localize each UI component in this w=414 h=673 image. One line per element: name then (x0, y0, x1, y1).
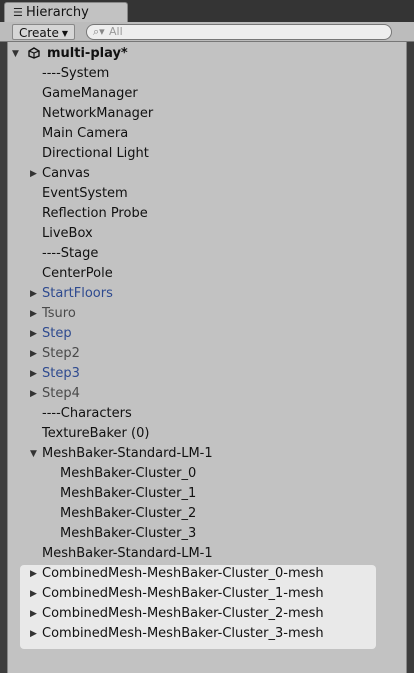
tab-bar: ☰ Hierarchy (0, 0, 414, 22)
collapse-arrow-icon[interactable]: ▶ (30, 604, 37, 624)
hierarchy-item[interactable]: Canvas (42, 164, 90, 184)
hierarchy-item[interactable]: LiveBox (42, 224, 93, 244)
hierarchy-item[interactable]: MeshBaker-Cluster_3 (60, 524, 196, 544)
hierarchy-item[interactable]: MeshBaker-Standard-LM-1 (42, 444, 213, 464)
hierarchy-item[interactable]: StartFloors (42, 284, 113, 304)
search-input[interactable]: ⌕▾ All (86, 24, 392, 40)
collapse-arrow-icon[interactable]: ▶ (30, 364, 37, 384)
hierarchy-item[interactable]: TextureBaker (0) (42, 424, 149, 444)
collapse-arrow-icon[interactable]: ▶ (30, 344, 37, 364)
hierarchy-item[interactable]: MeshBaker-Standard-LM-1 (42, 544, 213, 564)
collapse-arrow-icon[interactable]: ▶ (30, 324, 37, 344)
hierarchy-item[interactable]: Reflection Probe (42, 204, 148, 224)
hierarchy-item[interactable]: Step3 (42, 364, 80, 384)
collapse-arrow-icon[interactable]: ▶ (30, 564, 37, 584)
hierarchy-item[interactable]: Tsuro (42, 304, 76, 324)
hierarchy-item[interactable]: Step2 (42, 344, 80, 364)
collapse-arrow-icon[interactable]: ▶ (30, 624, 37, 644)
hierarchy-item[interactable]: MeshBaker-Cluster_2 (60, 504, 196, 524)
collapse-arrow-icon[interactable]: ▶ (30, 304, 37, 324)
hierarchy-item[interactable]: Directional Light (42, 144, 149, 164)
hierarchy-item[interactable]: ----System (42, 64, 109, 84)
chevron-down-icon: ▼ (61, 29, 69, 38)
search-icon: ⌕▾ (93, 25, 105, 38)
hierarchy-item[interactable]: Main Camera (42, 124, 128, 144)
hierarchy-item[interactable]: EventSystem (42, 184, 128, 204)
collapse-arrow-icon[interactable]: ▶ (30, 284, 37, 304)
scene-expand-arrow-icon[interactable]: ▼ (12, 44, 19, 64)
list-icon: ☰ (13, 6, 23, 19)
hierarchy-item[interactable]: Step (42, 324, 72, 344)
scene-title[interactable]: multi-play* (47, 44, 128, 64)
collapse-arrow-icon[interactable]: ▶ (30, 384, 37, 404)
unity-logo-icon (28, 47, 40, 59)
hierarchy-item[interactable]: GameManager (42, 84, 138, 104)
hierarchy-item[interactable]: CombinedMesh-MeshBaker-Cluster_2-mesh (42, 604, 324, 624)
hierarchy-item[interactable]: ----Characters (42, 404, 132, 424)
hierarchy-item[interactable]: MeshBaker-Cluster_0 (60, 464, 196, 484)
tab-label: Hierarchy (26, 5, 89, 20)
collapse-arrow-icon[interactable]: ▶ (30, 584, 37, 604)
hierarchy-item[interactable]: CombinedMesh-MeshBaker-Cluster_3-mesh (42, 624, 324, 644)
hierarchy-item[interactable]: CenterPole (42, 264, 113, 284)
hierarchy-toolbar: Create ▼ ⌕▾ All (0, 22, 414, 42)
collapse-arrow-icon[interactable]: ▶ (30, 164, 37, 184)
hierarchy-item[interactable]: CombinedMesh-MeshBaker-Cluster_0-mesh (42, 564, 324, 584)
create-button[interactable]: Create ▼ (12, 24, 76, 40)
create-button-label: Create (19, 26, 59, 40)
hierarchy-item[interactable]: MeshBaker-Cluster_1 (60, 484, 196, 504)
hierarchy-item[interactable]: Step4 (42, 384, 80, 404)
hierarchy-item[interactable]: ----Stage (42, 244, 98, 264)
hierarchy-item[interactable]: CombinedMesh-MeshBaker-Cluster_1-mesh (42, 584, 324, 604)
expand-arrow-icon[interactable]: ▼ (30, 444, 37, 464)
search-placeholder: All (109, 25, 123, 38)
tab-hierarchy[interactable]: ☰ Hierarchy (4, 2, 128, 22)
hierarchy-item[interactable]: NetworkManager (42, 104, 153, 124)
